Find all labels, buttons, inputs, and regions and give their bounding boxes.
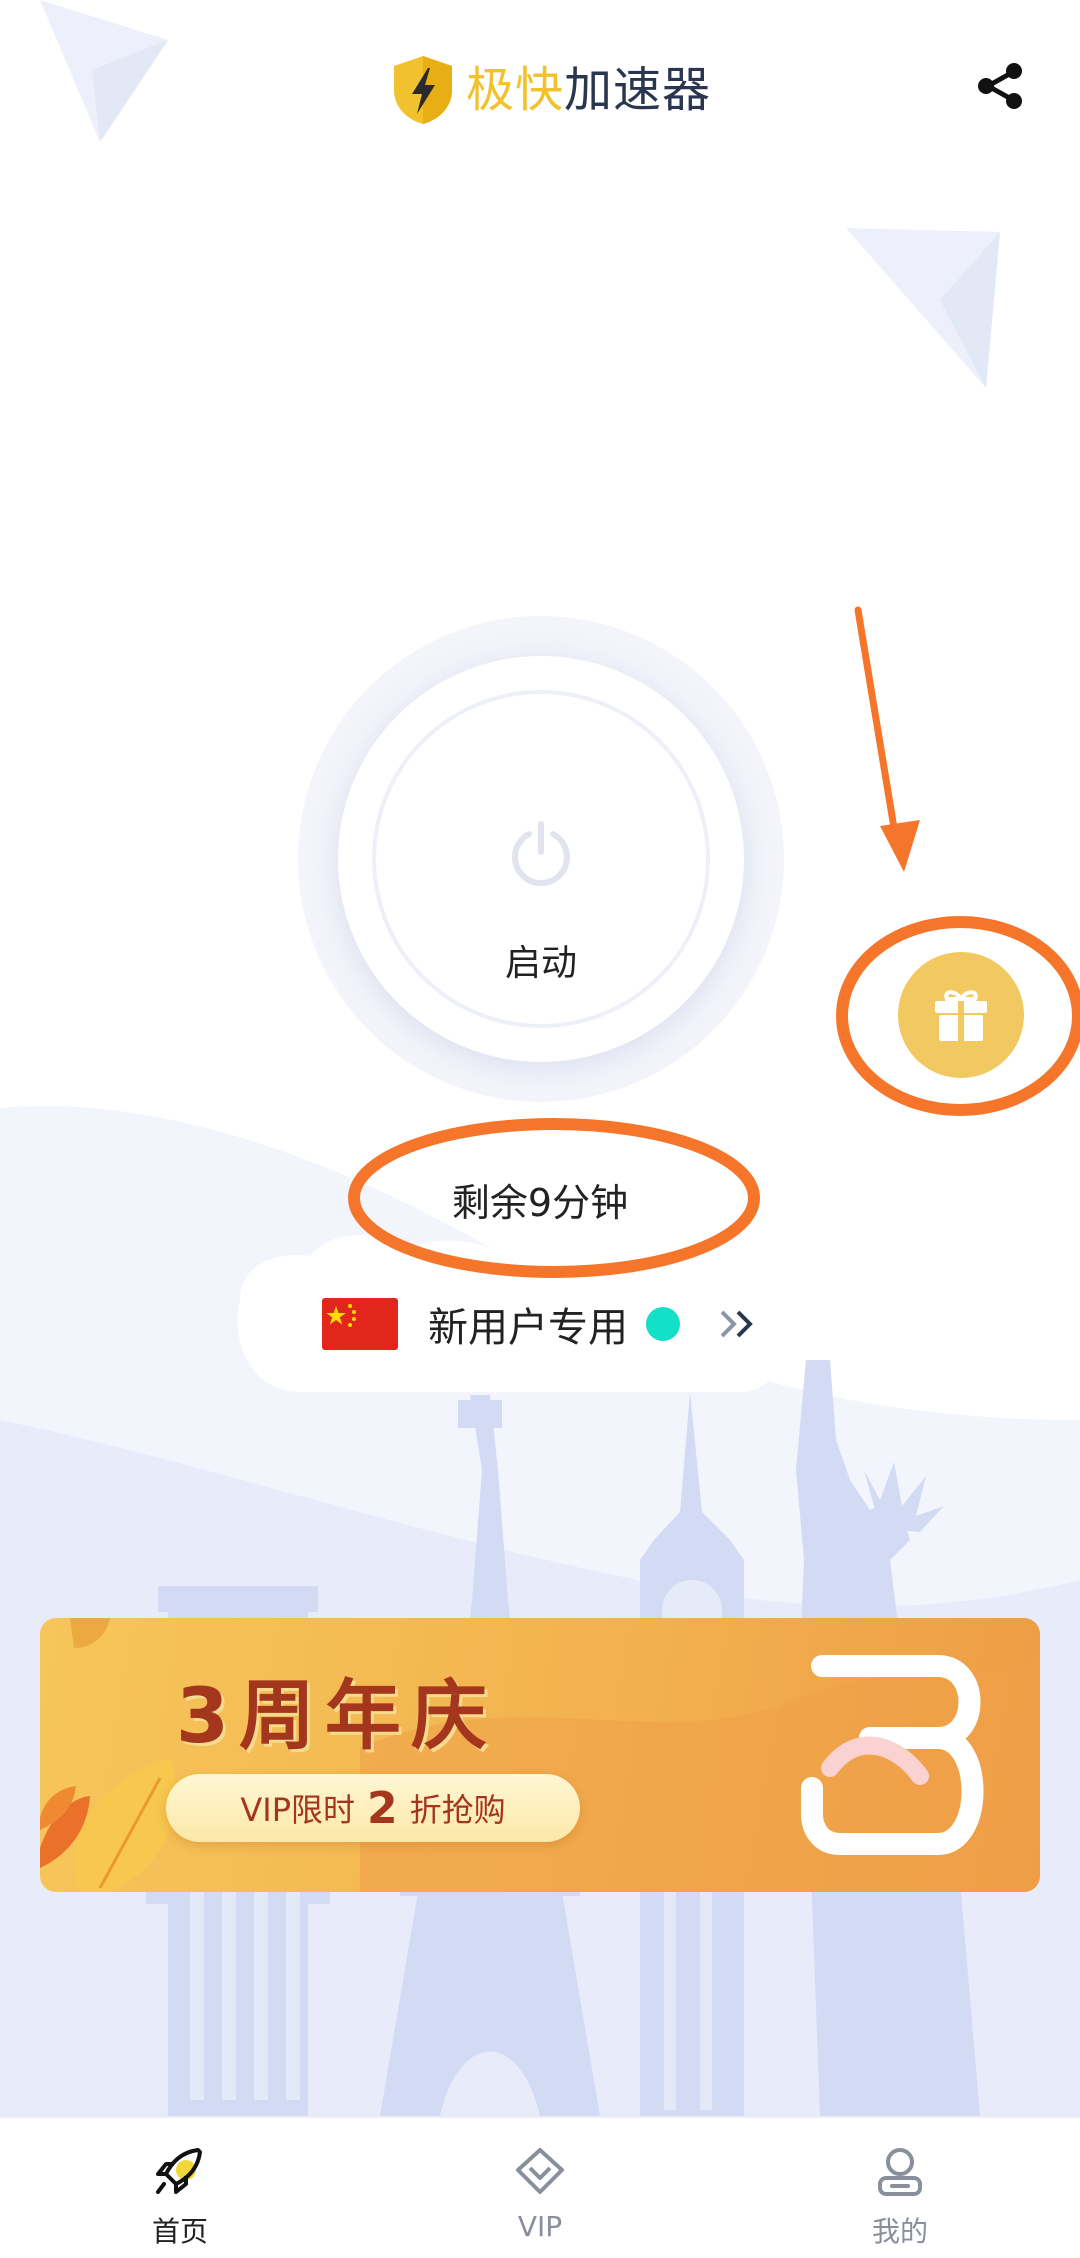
nav-item-vip[interactable]: VIP (360, 2118, 720, 2258)
share-button[interactable] (972, 58, 1028, 114)
gift-icon (935, 990, 987, 1041)
remaining-time: 剩余9分钟 (451, 1181, 629, 1225)
anniversary-promo-banner[interactable]: 3周年庆 VIP限时 2 折抢购 (40, 1618, 1040, 1892)
app-logo: 极快加速器 (388, 52, 711, 128)
double-chevron-right-icon (720, 1310, 753, 1338)
banner-subtitle-suffix: 折抢购 (409, 1791, 506, 1829)
app-name-rest: 加速器 (564, 62, 712, 118)
lightning-shield-icon (394, 56, 452, 124)
server-status-dot (646, 1307, 680, 1341)
banner-subtitle-prefix: VIP限时 (240, 1791, 355, 1829)
nav-label-profile: 我的 (871, 2215, 928, 2248)
power-label: 启动 (504, 943, 577, 984)
server-name: 新用户专用 (428, 1305, 628, 1351)
banner-subtitle-number: 2 (367, 1782, 398, 1834)
banner-title: 3周年庆 (176, 1671, 497, 1760)
china-flag-icon (322, 1298, 398, 1350)
app-name-highlight: 极快 (466, 62, 565, 118)
gift-button[interactable] (898, 952, 1024, 1078)
power-start-button[interactable]: 启动 (338, 656, 744, 1062)
bottom-navigation: 首页 VIP 我的 (0, 2116, 1080, 2258)
background-illustration (0, 0, 1080, 2256)
vip-diamond-icon (516, 2148, 564, 2194)
rocket-icon (156, 2148, 202, 2194)
nav-item-home[interactable]: 首页 (0, 2118, 360, 2258)
server-selector[interactable]: 新用户专用 (322, 1292, 758, 1356)
nav-label-vip: VIP (517, 2210, 563, 2243)
share-icon (978, 63, 1022, 109)
nav-item-profile[interactable]: 我的 (720, 2118, 1080, 2258)
power-icon (512, 821, 570, 886)
app-header: 极快加速器 (0, 0, 1080, 180)
banner-subtitle-pill: VIP限时 2 折抢购 (166, 1774, 580, 1842)
profile-icon (878, 2148, 922, 2196)
nav-label-home: 首页 (151, 2215, 208, 2248)
